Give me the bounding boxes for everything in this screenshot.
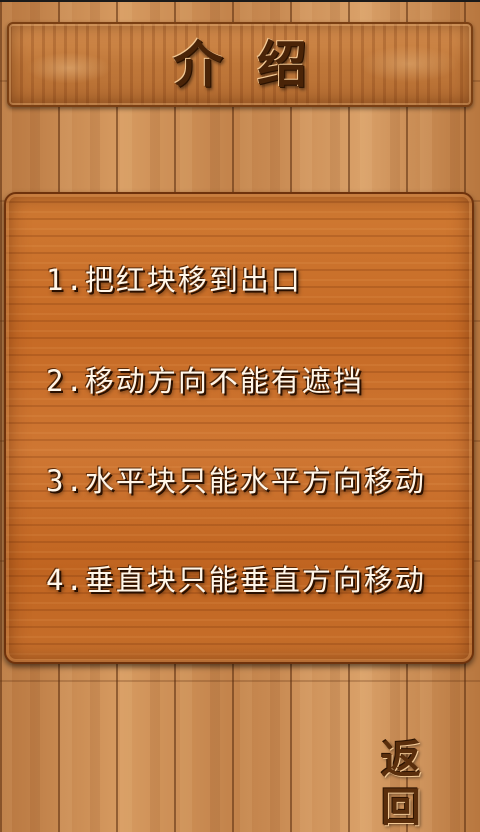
rule-item-1: 1.把红块移到出口	[46, 263, 302, 297]
intro-screen: { "header": { "title": "介绍" }, "rules": …	[0, 0, 480, 831]
back-button[interactable]: 返回	[356, 736, 452, 831]
status-bar	[0, 0, 480, 2]
rule-item-2: 2.移动方向不能有遮挡	[46, 364, 364, 398]
rule-item-3: 3.水平块只能水平方向移动	[46, 464, 426, 498]
title-bar: 介绍	[7, 22, 473, 107]
rule-item-4: 4.垂直块只能垂直方向移动	[46, 563, 426, 597]
page-title: 介绍	[173, 35, 341, 94]
